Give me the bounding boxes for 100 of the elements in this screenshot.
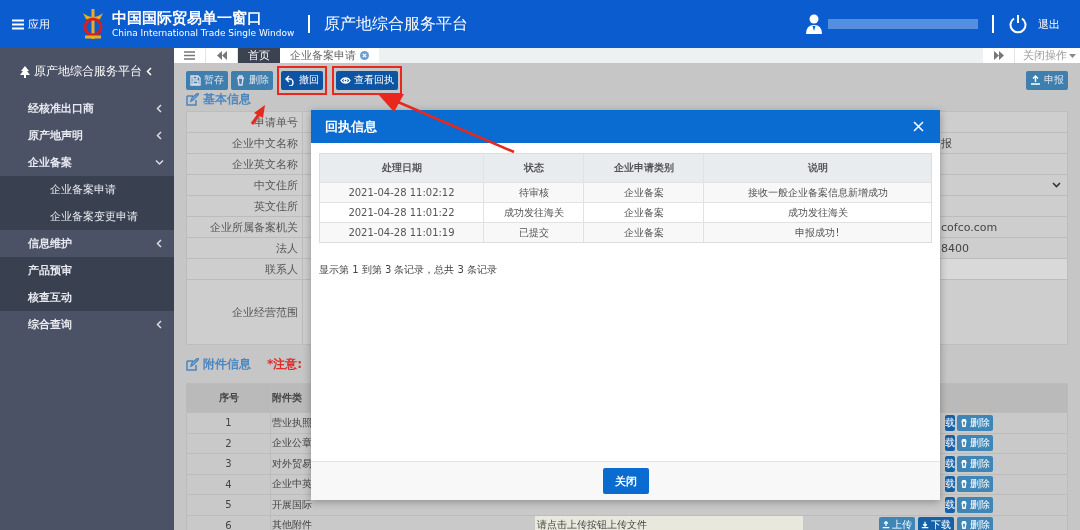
close-button[interactable]: 关闭 [602, 468, 649, 494]
download-button[interactable]: 载 [945, 455, 955, 472]
upload-icon [882, 521, 890, 530]
power-icon[interactable] [1008, 14, 1028, 34]
trash-icon [960, 418, 968, 427]
emblem-icon [80, 7, 106, 41]
tree-icon [20, 65, 30, 78]
table-cell: 2021-04-28 11:01:19 [348, 227, 455, 238]
download-button[interactable]: 载 [945, 476, 955, 493]
sidebar-item[interactable]: 企业备案 [0, 149, 174, 176]
delete-button[interactable]: 删除 [957, 435, 993, 452]
edit-icon [186, 92, 199, 106]
download-button[interactable]: 下载 [918, 517, 954, 530]
table-cell: 5 [225, 499, 232, 511]
download-icon [921, 521, 929, 530]
trash-icon [960, 459, 968, 468]
sidebar-item[interactable]: 产品预审 [0, 257, 174, 284]
table-cell: 企业公章 [272, 436, 312, 451]
table-cell: 已提交 [518, 225, 549, 240]
double-left-arrow-icon [216, 51, 227, 60]
field-label: 企业英文名称 [232, 156, 298, 172]
field-label: 法人 [276, 240, 298, 256]
double-right-arrow-icon [993, 51, 1004, 60]
sidebar-item[interactable]: 信息维护 [0, 230, 174, 257]
table-cell: 接收一般企业备案信息新增成功 [747, 185, 888, 200]
upload-hint: 请点击上传按钮上传文件 [537, 518, 647, 530]
edit-icon [186, 357, 199, 371]
logo-subtitle: China International Trade Single Window [112, 27, 295, 39]
table-cell: 1 [225, 417, 232, 429]
dialog-title: 回执信息 [325, 117, 377, 136]
chevron-down-icon[interactable] [1052, 182, 1061, 188]
table-cell: 成功发往海关 [503, 205, 564, 220]
sidebar-subitem[interactable]: 企业备案变更申请 [0, 203, 174, 230]
delete-button[interactable]: 删除 [957, 414, 993, 431]
table-cell: 营业执照 [272, 415, 312, 430]
scroll-left-button[interactable] [206, 48, 238, 63]
delete-button[interactable]: 删除 [957, 476, 993, 493]
column-header: 序号 [218, 391, 239, 405]
delete-button[interactable]: 删除 [957, 496, 993, 513]
table-cell: 对外贸易 [272, 456, 312, 471]
eye-icon [340, 74, 351, 86]
platform-title: 原产地综合服务平台 [324, 13, 469, 35]
field-value: 8400 [941, 241, 969, 255]
table-cell: 2021-04-28 11:02:12 [348, 187, 455, 198]
trash-icon [960, 521, 968, 530]
table-cell: 企业中英 [272, 477, 312, 492]
table-cell: 企业备案 [623, 185, 664, 200]
table-cell: 待审核 [518, 185, 549, 200]
sidebar-subitem[interactable]: 企业备案申请 [0, 176, 174, 203]
download-button[interactable]: 载 [945, 496, 955, 513]
sidebar-item[interactable]: 综合查询 [0, 311, 174, 338]
column-header: 说明 [807, 161, 828, 175]
table-cell: 成功发往海关 [787, 205, 848, 220]
menu-icon [184, 51, 195, 60]
trash-icon [960, 500, 968, 509]
upload-button[interactable]: 上传 [879, 517, 915, 530]
toolbar-button[interactable]: 撤回 [281, 70, 323, 90]
table-cell: 申报成功! [795, 225, 840, 240]
tab[interactable]: 首页 [238, 48, 280, 63]
sidebar-item[interactable]: 核查互动 [0, 284, 174, 311]
scroll-right-button[interactable] [983, 48, 1015, 63]
toolbar-button[interactable]: 删除 [231, 70, 273, 90]
caret-icon [1069, 53, 1076, 58]
table-cell: 开展国际 [272, 497, 312, 512]
input-field[interactable] [941, 259, 1067, 279]
trash-icon [235, 74, 246, 86]
sidebar-item[interactable]: 经核准出口商 [0, 95, 174, 122]
table-cell: 企业备案 [623, 205, 664, 220]
toolbar-button[interactable]: 查看回执 [336, 70, 398, 90]
column-header: 附件类 [272, 391, 302, 405]
logout-button[interactable]: 退出 [1038, 16, 1060, 32]
field-label: 企业所属备案机关 [210, 219, 298, 235]
toolbar-button[interactable]: 暂存 [186, 70, 228, 90]
field-value: 报 [941, 135, 952, 151]
sidebar-title: 原产地综合服务平台 [34, 63, 142, 80]
undo-icon [285, 74, 296, 86]
menu-toggle-button[interactable] [174, 48, 206, 63]
chevron-left-icon[interactable] [146, 67, 152, 76]
delete-button[interactable]: 删除 [957, 455, 993, 472]
field-label: 英文住所 [254, 198, 298, 214]
field-label: 企业经营范围 [232, 304, 298, 320]
table-cell: 6 [225, 519, 232, 530]
sidebar-item[interactable]: 原产地声明 [0, 122, 174, 149]
column-header: 状态 [523, 161, 544, 175]
close-icon[interactable] [913, 121, 924, 132]
upload-icon [1030, 74, 1041, 86]
download-button[interactable]: 载 [945, 414, 955, 431]
submit-button[interactable]: 申报 [1026, 70, 1068, 90]
delete-button[interactable]: 删除 [957, 517, 993, 530]
field-label: 中文住所 [254, 177, 298, 193]
download-button[interactable]: 载 [945, 435, 955, 452]
table-cell: 4 [225, 478, 232, 490]
field-label: 联系人 [265, 261, 298, 277]
tab[interactable]: 企业备案申请 [280, 48, 379, 63]
table-cell: 其他附件 [272, 518, 312, 530]
column-header: 处理日期 [381, 161, 422, 175]
close-icon[interactable] [360, 51, 369, 60]
save-icon [190, 74, 201, 86]
section-title: 基本信息 [203, 90, 251, 108]
apps-menu-button[interactable]: 应用 [12, 16, 50, 32]
